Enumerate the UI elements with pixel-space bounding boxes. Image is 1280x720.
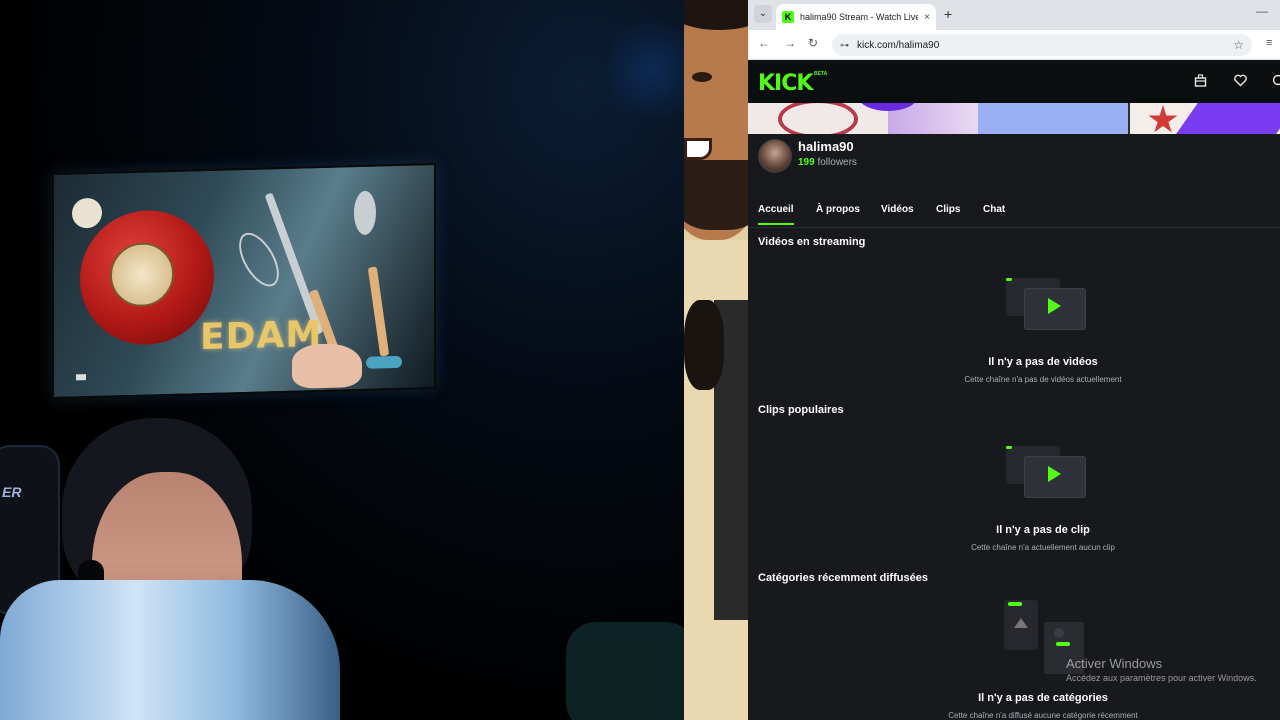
windows-activation-watermark: Activer Windows Accédez aux paramètres p… xyxy=(1066,656,1257,683)
followers-count: 199 followers xyxy=(798,157,857,168)
play-icon xyxy=(1048,298,1061,314)
browser-tab-bar: ⌄ K halima90 Stream - Watch Live o × + — xyxy=(748,0,1280,30)
new-tab-plus-icon[interactable]: + xyxy=(944,6,952,22)
channel-profile: halima90 199 followers xyxy=(748,134,1280,194)
tab-a-propos[interactable]: À propos xyxy=(816,204,860,215)
illustration-green-dash xyxy=(1006,446,1012,449)
illustration-green-dash xyxy=(1008,602,1022,606)
stream-video-area: EDAM ER xyxy=(0,0,685,720)
background-light xyxy=(608,10,685,130)
tab-videos[interactable]: Vidéos xyxy=(881,204,914,215)
illustration-shadow xyxy=(684,300,724,390)
empty-categories-subtitle: Cette chaîne n'a diffusé aucune catégori… xyxy=(948,711,1138,720)
heart-icon[interactable] xyxy=(1234,74,1247,90)
tv-overlay-button xyxy=(366,355,402,369)
empty-videos-illustration xyxy=(1006,278,1088,332)
empty-categories-title: Il n'y a pas de catégories xyxy=(978,692,1108,704)
tab-title: halima90 Stream - Watch Live o xyxy=(800,12,919,22)
tab-clips[interactable]: Clips xyxy=(936,204,960,215)
illustration-strip xyxy=(684,0,748,720)
channel-tabs: Accueil À propos Vidéos Clips Chat xyxy=(748,196,1280,228)
empty-videos-title: Il n'y a pas de vidéos xyxy=(988,356,1098,368)
search-icon[interactable] xyxy=(1272,74,1280,90)
watermark-title: Activer Windows xyxy=(1066,656,1163,671)
tab-close-icon[interactable]: × xyxy=(924,12,930,23)
reload-icon[interactable]: ↻ xyxy=(808,36,818,50)
followers-number: 199 xyxy=(798,157,815,168)
illustration-beard xyxy=(684,160,748,230)
kick-beta-label: BETA xyxy=(814,71,828,77)
empty-clips-subtitle: Cette chaîne n'a actuellement aucun clip xyxy=(971,543,1115,552)
empty-clips-illustration xyxy=(1006,446,1088,500)
tab-chat[interactable]: Chat xyxy=(983,204,1005,215)
illustration-green-dash xyxy=(1006,278,1012,281)
url-text[interactable]: kick.com/halima90 xyxy=(857,40,1225,51)
kick-logo[interactable]: KICK xyxy=(758,71,813,96)
back-arrow-icon[interactable]: ← xyxy=(758,36,770,50)
banner-shape xyxy=(778,103,858,134)
browser-toolbar: ← → ↻ ⊶ kick.com/halima90 ☆ ≡ xyxy=(748,30,1280,60)
chair-brand-text: ER xyxy=(2,484,22,500)
banner-shape xyxy=(978,103,1128,134)
extensions-menu-icon[interactable]: ≡ xyxy=(1266,37,1272,49)
illustration-triangle xyxy=(1014,618,1028,628)
spoon-handle-image xyxy=(367,266,390,357)
categories-section-title: Catégories récemment diffusées xyxy=(758,572,928,584)
channel-username[interactable]: halima90 xyxy=(798,139,854,154)
bookmark-star-icon[interactable]: ☆ xyxy=(1233,38,1244,52)
hand-image xyxy=(292,342,362,389)
tab-search-chevron-icon[interactable]: ⌄ xyxy=(754,5,772,23)
empty-clips-title: Il n'y a pas de clip xyxy=(996,524,1090,536)
forward-arrow-icon[interactable]: → xyxy=(784,36,796,50)
avatar[interactable] xyxy=(758,139,792,173)
browser-tab[interactable]: K halima90 Stream - Watch Live o × xyxy=(776,4,936,30)
site-info-icon[interactable]: ⊶ xyxy=(840,40,849,51)
kick-favicon-icon: K xyxy=(782,11,794,23)
streamer-hoodie xyxy=(0,580,340,720)
illustration-green-dash xyxy=(1056,642,1070,646)
watermark-subtitle: Accédez aux paramètres pour activer Wind… xyxy=(1066,673,1257,683)
empty-videos-subtitle: Cette chaîne n'a pas de vidéos actuellem… xyxy=(964,375,1122,384)
address-bar[interactable]: ⊶ kick.com/halima90 ☆ xyxy=(832,34,1252,56)
tv-screen: EDAM xyxy=(52,162,436,400)
gift-icon[interactable] xyxy=(1194,74,1207,90)
whisk-image xyxy=(231,226,287,294)
background-plant xyxy=(566,622,685,720)
channel-banner xyxy=(748,103,1280,134)
tv-corner-icon xyxy=(76,374,86,381)
clips-section-title: Clips populaires xyxy=(758,404,844,416)
kick-header: KICK BETA xyxy=(748,61,1280,103)
minimize-icon[interactable]: — xyxy=(1256,4,1268,18)
illustration-eye xyxy=(692,72,712,82)
videos-section-title: Vidéos en streaming xyxy=(758,236,866,248)
illustration-hair xyxy=(684,0,748,30)
spoon-image xyxy=(354,190,376,236)
illustration-dot xyxy=(1054,628,1064,638)
illustration-smile xyxy=(684,138,712,160)
browser-window: ⌄ K halima90 Stream - Watch Live o × + —… xyxy=(748,0,1280,720)
followers-label: followers xyxy=(817,157,857,168)
tab-accueil[interactable]: Accueil xyxy=(758,204,794,225)
tv-logo-badge xyxy=(72,197,102,229)
play-icon xyxy=(1048,466,1061,482)
